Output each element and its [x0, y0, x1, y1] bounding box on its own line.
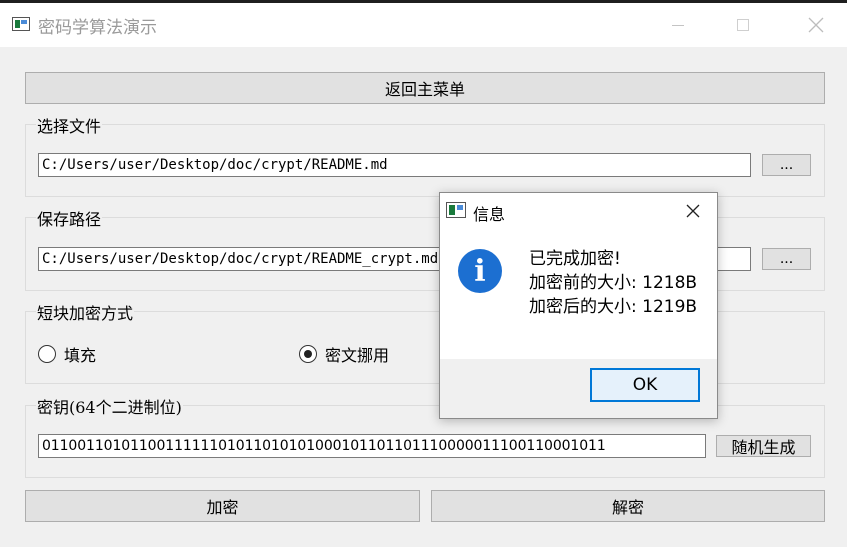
- key-input[interactable]: 0110011010110011111101011010101000101101…: [38, 434, 706, 458]
- info-icon: i: [458, 249, 502, 293]
- key-label: 密钥(64个二进制位): [36, 394, 183, 418]
- radio-ciphertext-stealing[interactable]: 密文挪用: [299, 342, 389, 366]
- padding-mode-label: 短块加密方式: [36, 300, 135, 324]
- maximize-icon: [737, 19, 749, 31]
- close-button[interactable]: [793, 3, 839, 47]
- radio-padding-indicator[interactable]: [38, 345, 56, 363]
- info-dialog: 信息 i 已完成加密! 加密前的大小: 1218B 加密后的大小: 1219B …: [439, 192, 718, 419]
- close-icon: [686, 204, 700, 218]
- radio-padding-label: 填充: [64, 346, 97, 365]
- decrypt-button[interactable]: 解密: [431, 490, 825, 522]
- select-file-browse-button[interactable]: ...: [762, 154, 811, 176]
- dialog-message-line: 加密前的大小: 1218B: [529, 273, 698, 293]
- encrypt-button[interactable]: 加密: [25, 490, 420, 522]
- title-bar: 密码学算法演示: [0, 3, 847, 47]
- window-title: 密码学算法演示: [38, 18, 157, 38]
- back-to-main-menu-button[interactable]: 返回主菜单: [25, 72, 825, 104]
- save-path-label: 保存路径: [36, 206, 103, 230]
- maximize-button[interactable]: [720, 3, 766, 47]
- minimize-button[interactable]: [655, 3, 701, 47]
- dialog-close-button[interactable]: [678, 197, 708, 225]
- dialog-title: 信息: [473, 205, 506, 224]
- minimize-icon: [672, 24, 684, 26]
- dialog-message-line: 已完成加密!: [529, 249, 621, 269]
- save-path-browse-button[interactable]: ...: [762, 248, 811, 270]
- dialog-app-icon: [446, 202, 466, 218]
- select-file-label: 选择文件: [36, 113, 103, 137]
- radio-padding[interactable]: 填充: [38, 342, 96, 366]
- dialog-title-bar: 信息: [440, 193, 717, 229]
- radio-ciphertext-stealing-label: 密文挪用: [325, 346, 390, 365]
- app-window-icon: [12, 17, 30, 31]
- dialog-message: 已完成加密! 加密前的大小: 1218B 加密后的大小: 1219B: [529, 247, 697, 319]
- dialog-message-line: 加密后的大小: 1219B: [529, 297, 698, 317]
- random-generate-button[interactable]: 随机生成: [716, 435, 811, 457]
- select-file-input[interactable]: C:/Users/user/Desktop/doc/crypt/README.m…: [38, 153, 751, 177]
- ok-button[interactable]: OK: [590, 368, 700, 402]
- close-icon: [808, 17, 824, 33]
- radio-ciphertext-stealing-indicator[interactable]: [299, 345, 317, 363]
